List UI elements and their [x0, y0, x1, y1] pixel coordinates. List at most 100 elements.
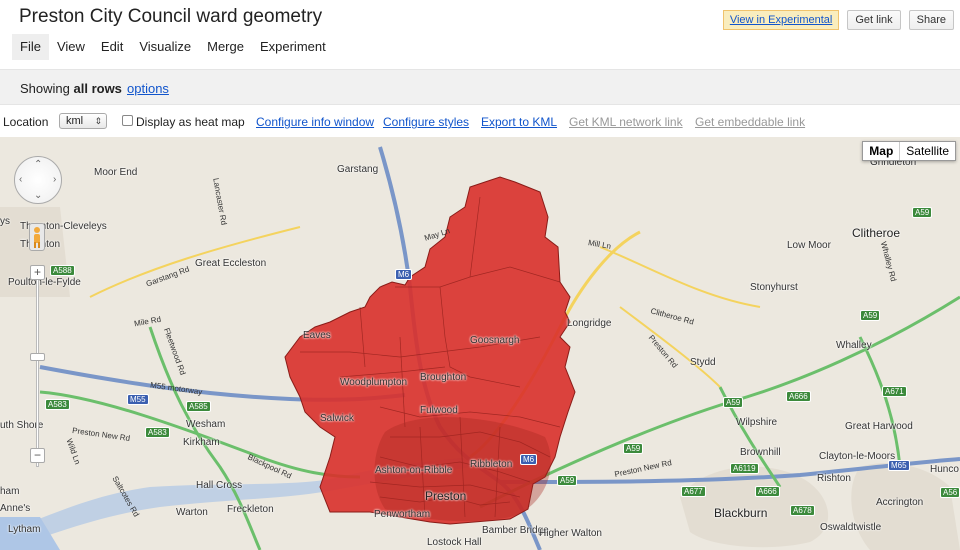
all-rows-label: all rows — [73, 81, 122, 96]
label-kirkham: Kirkham — [183, 437, 220, 448]
shield-a671: A671 — [882, 386, 907, 397]
shield-a56: A56 — [940, 487, 960, 498]
shield-a677: A677 — [681, 486, 706, 497]
label-moor-end: Moor End — [94, 167, 138, 178]
shield-m55: M55 — [127, 394, 149, 405]
menu-visualize[interactable]: Visualize — [131, 34, 199, 60]
pan-right-icon[interactable]: › — [53, 174, 56, 185]
label-woodplumpton: Woodplumpton — [340, 377, 408, 388]
label-ashton: Ashton-on-Ribble — [375, 465, 453, 476]
pan-down-icon[interactable]: ⌄ — [34, 190, 42, 201]
shield-a59-clitheroe: A59 — [912, 207, 933, 218]
export-kml-link[interactable]: Export to KML — [481, 115, 557, 129]
label-ys: ys — [0, 216, 10, 227]
map-type-satellite-button[interactable]: Satellite — [900, 142, 955, 160]
label-garstang: Garstang — [337, 164, 379, 175]
pan-left-icon[interactable]: ‹ — [19, 174, 22, 185]
embeddable-link[interactable]: Get embeddable link — [695, 115, 805, 129]
label-lostock-hall: Lostock Hall — [427, 537, 482, 548]
label-hunco: Hunco — [930, 464, 959, 475]
label-clayton: Clayton-le-Moors — [819, 451, 896, 462]
label-preston: Preston — [425, 489, 467, 503]
menu-merge[interactable]: Merge — [199, 34, 252, 60]
shield-a678: A678 — [790, 505, 815, 516]
shield-a59-north: A59 — [723, 397, 744, 408]
map-type-map-button[interactable]: Map — [863, 142, 901, 160]
map-type-control: Map Satellite — [862, 141, 956, 161]
rows-status: Showing all rows — [20, 81, 122, 96]
pan-up-icon[interactable]: ⌃ — [34, 159, 42, 170]
label-blackburn: Blackburn — [714, 506, 768, 520]
showing-label: Showing — [20, 81, 70, 96]
label-hall-cross: Hall Cross — [196, 480, 243, 491]
location-select[interactable]: kml ⇕ — [59, 113, 107, 129]
label-whalley: Whalley — [836, 340, 872, 351]
shield-m6-south: M6 — [520, 454, 538, 465]
shield-a583: A583 — [145, 427, 170, 438]
shield-a59-west: A59 — [557, 475, 578, 486]
label-ham: ham — [0, 486, 20, 497]
label-goosnargh: Goosnargh — [470, 335, 520, 346]
label-low-moor: Low Moor — [787, 240, 831, 251]
shield-a583-west: A583 — [45, 399, 70, 410]
shield-a59-east: A59 — [623, 443, 644, 454]
zoom-in-button[interactable]: + — [30, 265, 45, 280]
kml-network-link[interactable]: Get KML network link — [569, 115, 683, 129]
label-broughton: Broughton — [420, 372, 467, 383]
rows-filter-bar: Showing all rows options — [0, 69, 960, 105]
label-salwick: Salwick — [320, 413, 354, 424]
heatmap-checkbox[interactable] — [122, 115, 133, 126]
options-link[interactable]: options — [127, 81, 169, 96]
shield-a666-north: A666 — [786, 391, 811, 402]
label-penwortham: Penwortham — [374, 509, 431, 520]
select-arrows-icon: ⇕ — [94, 116, 102, 126]
pegman-figure-icon — [34, 227, 40, 248]
header: Preston City Council ward geometry View … — [0, 0, 960, 34]
shield-a585: A585 — [186, 401, 211, 412]
shield-a666: A666 — [755, 486, 780, 497]
label-stydd: Stydd — [690, 357, 716, 368]
pan-control[interactable]: ⌃ ⌄ ‹ › — [14, 156, 62, 204]
menu-file[interactable]: File — [12, 34, 49, 60]
location-value: kml — [66, 115, 84, 127]
label-longridge: Longridge — [567, 318, 612, 329]
label-wilpshire: Wilpshire — [736, 417, 778, 428]
configure-info-window-link[interactable]: Configure info window — [256, 115, 374, 129]
label-fulwood: Fulwood — [420, 405, 458, 416]
label-stonyhurst: Stonyhurst — [750, 282, 798, 293]
zoom-slider-handle[interactable] — [30, 353, 45, 361]
label-accrington: Accrington — [876, 497, 924, 508]
label-great-harwood: Great Harwood — [845, 421, 913, 432]
label-warton: Warton — [176, 507, 208, 518]
menu-edit[interactable]: Edit — [93, 34, 131, 60]
menu-view[interactable]: View — [49, 34, 93, 60]
label-wesham: Wesham — [186, 419, 226, 430]
label-annes: Anne's — [0, 503, 31, 514]
menu-experiment[interactable]: Experiment — [252, 34, 334, 60]
road-minor-1 — [599, 246, 761, 308]
shield-a6119: A6119 — [730, 463, 759, 474]
label-clitheroe: Clitheroe — [852, 226, 901, 240]
fusion-table-app: Preston City Council ward geometry View … — [0, 0, 960, 550]
map-toolbar: Location kml ⇕ Display as heat map Confi… — [0, 106, 960, 137]
label-oswaldtwistle: Oswaldtwistle — [820, 522, 882, 533]
label-higher-walton: Higher Walton — [539, 528, 602, 539]
zoom-out-button[interactable]: − — [30, 448, 45, 463]
label-eaves: Eaves — [303, 330, 331, 341]
label-brownhill: Brownhill — [740, 447, 781, 458]
menu-bar: File View Edit Visualize Merge Experimen… — [12, 34, 334, 60]
label-lytham: Lytham — [8, 524, 41, 535]
share-button[interactable]: Share — [908, 10, 954, 30]
map-canvas[interactable]: Garstang Moor End Thornton-Cleveleys Tho… — [0, 137, 960, 550]
zoom-slider-track[interactable] — [36, 272, 39, 467]
view-in-experimental-link[interactable]: View in Experimental — [722, 10, 840, 30]
page-title: Preston City Council ward geometry — [19, 6, 323, 27]
get-link-button[interactable]: Get link — [847, 10, 901, 30]
configure-styles-link[interactable]: Configure styles — [383, 115, 469, 129]
road-a671 — [858, 336, 902, 468]
header-actions: View in Experimental Get link Share — [722, 10, 954, 30]
shield-m65: M65 — [888, 460, 910, 471]
street-view-pegman-icon[interactable] — [29, 223, 45, 251]
shield-a59-ne: A59 — [860, 310, 881, 321]
label-rishton: Rishton — [817, 473, 851, 484]
